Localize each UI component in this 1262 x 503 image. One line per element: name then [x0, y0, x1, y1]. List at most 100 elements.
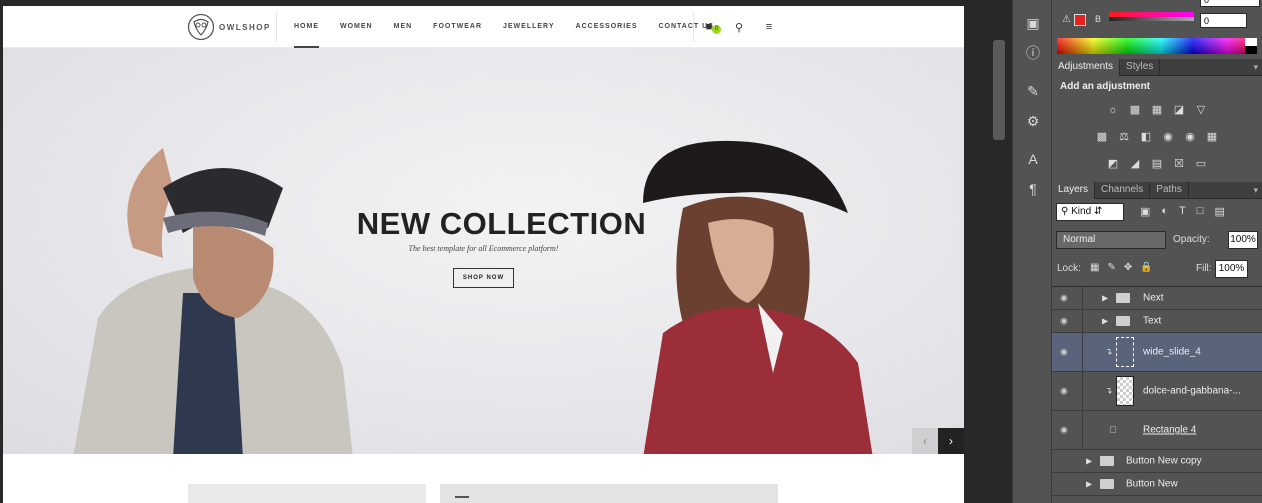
adjustment-filter-icon[interactable]: ◐: [1161, 205, 1168, 218]
lock-icons: ▦ ✎ ✥ 🔒: [1090, 262, 1153, 273]
levels-icon[interactable]: ▩: [1127, 103, 1143, 117]
shop-now-button[interactable]: SHOP NOW: [453, 268, 514, 288]
blend-mode-value: Normal: [1063, 234, 1096, 245]
info-icon[interactable]: ⓘ: [1013, 38, 1053, 68]
right-panels: 0 ⚠ B 0 Adjustments Styles ▾ Add an adju…: [1052, 0, 1262, 503]
tab-adjustments[interactable]: Adjustments: [1052, 59, 1121, 76]
color-panel: 0 ⚠ B 0: [1052, 0, 1262, 60]
paragraph-icon[interactable]: ¶: [1013, 174, 1053, 204]
expand-triangle-icon[interactable]: ▶: [1086, 480, 1092, 489]
hero-subtitle: The best template for all Ecommerce plat…: [408, 244, 559, 253]
cart-button[interactable]: ■ 0: [694, 21, 724, 34]
panel-menu-icon[interactable]: ▾: [1253, 59, 1262, 75]
color-value-top[interactable]: 0: [1200, 0, 1260, 7]
channel-mixer-icon[interactable]: ◉: [1182, 130, 1198, 144]
b-channel-label: B: [1095, 14, 1102, 24]
menu-jewellery[interactable]: JEWELLERY: [503, 6, 555, 48]
menu-footwear[interactable]: FOOTWEAR: [433, 6, 482, 48]
fill-label: Fill:: [1196, 263, 1212, 274]
header-tools: ■ 0 ⚲ ≡: [693, 12, 784, 42]
hue-saturation-icon[interactable]: ▩: [1094, 130, 1110, 144]
brush-presets-icon[interactable]: ✎: [1013, 76, 1053, 106]
color-spectrum-ramp[interactable]: [1057, 38, 1257, 54]
color-lookup-icon[interactable]: ▦: [1204, 130, 1220, 144]
layer-row[interactable]: ▶ Button New: [1052, 473, 1262, 496]
menu-accessories[interactable]: ACCESSORIES: [576, 6, 638, 48]
lock-pixels-icon[interactable]: ✎: [1107, 262, 1115, 273]
menu-home[interactable]: HOME: [294, 6, 319, 48]
visibility-eye-icon[interactable]: ◉: [1060, 386, 1068, 397]
product-card-preview: [188, 484, 426, 503]
main-menu: HOME WOMEN MEN FOOTWEAR JEWELLERY ACCESS…: [294, 6, 735, 48]
expand-triangle-icon[interactable]: ▶: [1102, 294, 1108, 303]
menu-toggle-button[interactable]: ≡: [754, 21, 784, 33]
expand-triangle-icon[interactable]: ▶: [1102, 317, 1108, 326]
black-white-icon[interactable]: ◧: [1138, 130, 1154, 144]
gamut-warning-icon[interactable]: ⚠: [1062, 14, 1071, 25]
panel-icon-strip: ▣ ⓘ ✎ ⚙ A ¶: [1012, 0, 1052, 503]
chevron-right-icon: ›: [949, 434, 953, 448]
blend-mode-dropdown[interactable]: Normal: [1056, 231, 1166, 249]
shape-filter-icon[interactable]: □: [1197, 205, 1204, 218]
type-filter-icon[interactable]: T: [1179, 205, 1186, 218]
slider-prev-button[interactable]: ‹: [912, 428, 938, 454]
visibility-eye-icon[interactable]: ◉: [1060, 293, 1068, 304]
color-balance-icon[interactable]: ⚖: [1116, 130, 1132, 144]
menu-women[interactable]: WOMEN: [340, 6, 373, 48]
layer-row[interactable]: ▶ Button New copy: [1052, 450, 1262, 473]
character-icon[interactable]: A: [1013, 144, 1053, 174]
layer-row[interactable]: ◉ ▶ Next: [1052, 287, 1262, 310]
tab-paths[interactable]: Paths: [1150, 182, 1189, 199]
layer-row[interactable]: ◉ ▶ Text: [1052, 310, 1262, 333]
exposure-icon[interactable]: ◪: [1171, 103, 1187, 117]
tool-presets-icon[interactable]: ⚙: [1013, 106, 1053, 136]
tab-layers[interactable]: Layers: [1052, 182, 1096, 199]
visibility-eye-icon[interactable]: ◉: [1060, 316, 1068, 327]
expand-triangle-icon[interactable]: ▶: [1086, 457, 1092, 466]
slider-next-button[interactable]: ›: [938, 428, 964, 454]
layer-row[interactable]: ◉ □ Rectangle 4: [1052, 411, 1262, 450]
hero-title: NEW COLLECTION: [356, 206, 647, 241]
owl-logo-icon: [187, 13, 215, 41]
layer-name: Rectangle 4: [1143, 424, 1197, 436]
photo-filter-icon[interactable]: ◉: [1160, 130, 1176, 144]
vibrance-icon[interactable]: ▽: [1193, 103, 1209, 117]
folder-icon: [1116, 293, 1130, 303]
posterize-icon[interactable]: ◢: [1127, 157, 1143, 171]
store-logo[interactable]: OWLSHOP: [187, 12, 277, 42]
lock-position-icon[interactable]: ✥: [1124, 262, 1132, 273]
layer-name: Text: [1143, 315, 1162, 327]
filter-kind-label: Kind: [1071, 206, 1092, 217]
visibility-eye-icon[interactable]: ◉: [1060, 425, 1068, 436]
fill-field[interactable]: 100%: [1215, 260, 1248, 278]
filter-kind-dropdown[interactable]: ⚲ Kind ⇵: [1056, 203, 1124, 221]
canvas-scrollbar[interactable]: [993, 40, 1005, 140]
invert-icon[interactable]: ◩: [1105, 157, 1121, 171]
panel-menu-icon[interactable]: ▾: [1253, 182, 1262, 198]
selective-color-icon[interactable]: ☒: [1171, 157, 1187, 171]
layer-row-selected[interactable]: ◉ ↴ wide_slide_4: [1052, 333, 1262, 372]
tab-channels[interactable]: Channels: [1095, 182, 1151, 199]
threshold-icon[interactable]: ▤: [1149, 157, 1165, 171]
opacity-field[interactable]: 100%: [1228, 231, 1258, 249]
search-button[interactable]: ⚲: [724, 21, 754, 34]
lock-transparency-icon[interactable]: ▦: [1090, 262, 1099, 273]
menu-men[interactable]: MEN: [394, 6, 413, 48]
b-channel-value[interactable]: 0: [1200, 13, 1247, 28]
tab-styles[interactable]: Styles: [1120, 59, 1161, 76]
layer-row[interactable]: ◉ ↴ dolce-and-gabbana-...: [1052, 372, 1262, 411]
gradient-map-icon[interactable]: ▭: [1193, 157, 1209, 171]
brightness-contrast-icon[interactable]: ☼: [1105, 103, 1121, 117]
search-icon: ⚲: [734, 21, 744, 34]
document-canvas[interactable]: OWLSHOP HOME WOMEN MEN FOOTWEAR JEWELLER…: [0, 0, 964, 503]
cube-3d-icon[interactable]: ▣: [1013, 8, 1053, 38]
layer-name: Button New copy: [1126, 455, 1202, 467]
curves-icon[interactable]: ▦: [1149, 103, 1165, 117]
visibility-eye-icon[interactable]: ◉: [1060, 347, 1068, 358]
layer-name: Button New: [1126, 478, 1178, 490]
smart-object-filter-icon[interactable]: ▤: [1214, 205, 1224, 218]
pixel-filter-icon[interactable]: ▣: [1140, 205, 1150, 218]
foreground-color-chip[interactable]: [1074, 14, 1086, 26]
black-white-swatch[interactable]: [1245, 38, 1257, 54]
lock-all-icon[interactable]: 🔒: [1140, 262, 1152, 273]
